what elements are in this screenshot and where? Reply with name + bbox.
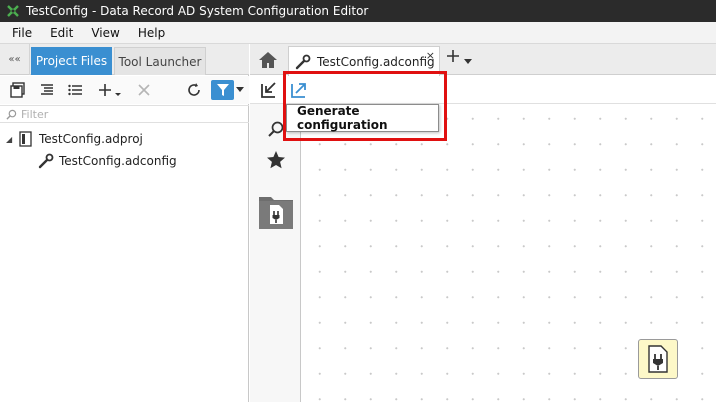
panel-tab-strip: «« Project Files Tool Launcher	[0, 44, 249, 75]
add-item-button[interactable]	[96, 80, 124, 100]
wrench-icon	[295, 54, 311, 69]
double-chevron-left-icon: ««	[8, 54, 21, 65]
title-bar: TestConfig - Data Record AD System Confi…	[0, 0, 716, 22]
tree-item-label: TestConfig.adproj	[39, 132, 143, 146]
collapse-list-icon	[41, 84, 53, 95]
new-tab-button[interactable]	[446, 48, 460, 67]
generate-configuration-tooltip: Generate configuration	[286, 104, 439, 132]
save-all-button[interactable]	[8, 80, 28, 100]
filter-bar	[0, 105, 249, 123]
palette-favorites-button[interactable]	[263, 147, 289, 173]
star-icon	[267, 151, 285, 169]
export-icon	[291, 83, 306, 98]
home-icon	[259, 52, 277, 68]
tab-label: TestConfig.adconfig	[317, 54, 435, 69]
home-button[interactable]	[256, 48, 280, 72]
tree-item-config[interactable]: TestConfig.adconfig	[38, 151, 177, 171]
tree-item-project[interactable]: ◢ TestConfig.adproj	[6, 129, 143, 149]
search-icon	[6, 109, 17, 120]
plugin-node[interactable]	[638, 339, 678, 379]
import-button[interactable]	[258, 79, 280, 101]
save-all-icon	[10, 82, 25, 98]
filter-icon	[216, 84, 229, 96]
plus-icon	[447, 50, 459, 62]
wrench-icon	[38, 153, 54, 169]
window-title: TestConfig - Data Record AD System Confi…	[26, 4, 369, 18]
plugin-folder-icon	[259, 197, 293, 229]
menu-view[interactable]: View	[91, 26, 119, 40]
filter-toggle-button[interactable]	[211, 80, 234, 100]
expand-arrow-icon[interactable]: ◢	[6, 135, 18, 144]
project-panel: «« Project Files Tool Launcher Filter ◢ …	[0, 44, 249, 402]
delete-button[interactable]	[134, 80, 154, 100]
node-palette	[250, 104, 301, 402]
caret-down-icon	[236, 87, 244, 92]
palette-plugins-folder[interactable]	[257, 193, 295, 231]
tree-item-label: TestConfig.adconfig	[59, 154, 177, 168]
tab-project-files[interactable]: Project Files	[31, 47, 112, 75]
search-icon	[268, 121, 284, 137]
close-tab-icon[interactable]: ×	[426, 49, 435, 62]
caret-down-icon	[464, 59, 472, 64]
plugin-icon	[648, 345, 668, 373]
menu-bar: File Edit View Help	[0, 22, 716, 44]
tab-tool-launcher[interactable]: Tool Launcher	[114, 47, 206, 75]
collapse-panel-button[interactable]: ««	[0, 44, 30, 75]
menu-file[interactable]: File	[12, 26, 32, 40]
import-icon	[261, 82, 276, 98]
collapse-all-button[interactable]	[37, 80, 57, 100]
generate-configuration-button[interactable]	[288, 79, 310, 101]
menu-edit[interactable]: Edit	[50, 26, 73, 40]
project-file-icon	[19, 131, 32, 147]
menu-help[interactable]: Help	[138, 26, 165, 40]
app-icon	[6, 4, 20, 18]
close-icon	[138, 84, 150, 96]
editor-toolbar	[250, 76, 716, 104]
expand-all-button[interactable]	[65, 80, 85, 100]
filter-dropdown-button[interactable]	[234, 80, 246, 100]
filter-input[interactable]	[21, 107, 221, 121]
project-toolbar	[0, 76, 249, 104]
list-icon	[68, 84, 82, 96]
tab-testconfig-adconfig[interactable]: TestConfig.adconfig ×	[288, 46, 440, 76]
editor-tab-strip: TestConfig.adconfig ×	[250, 44, 716, 76]
refresh-icon	[188, 83, 200, 96]
refresh-button[interactable]	[184, 80, 204, 100]
new-tab-dropdown-button[interactable]	[464, 58, 472, 67]
plus-dropdown-icon	[99, 84, 121, 96]
